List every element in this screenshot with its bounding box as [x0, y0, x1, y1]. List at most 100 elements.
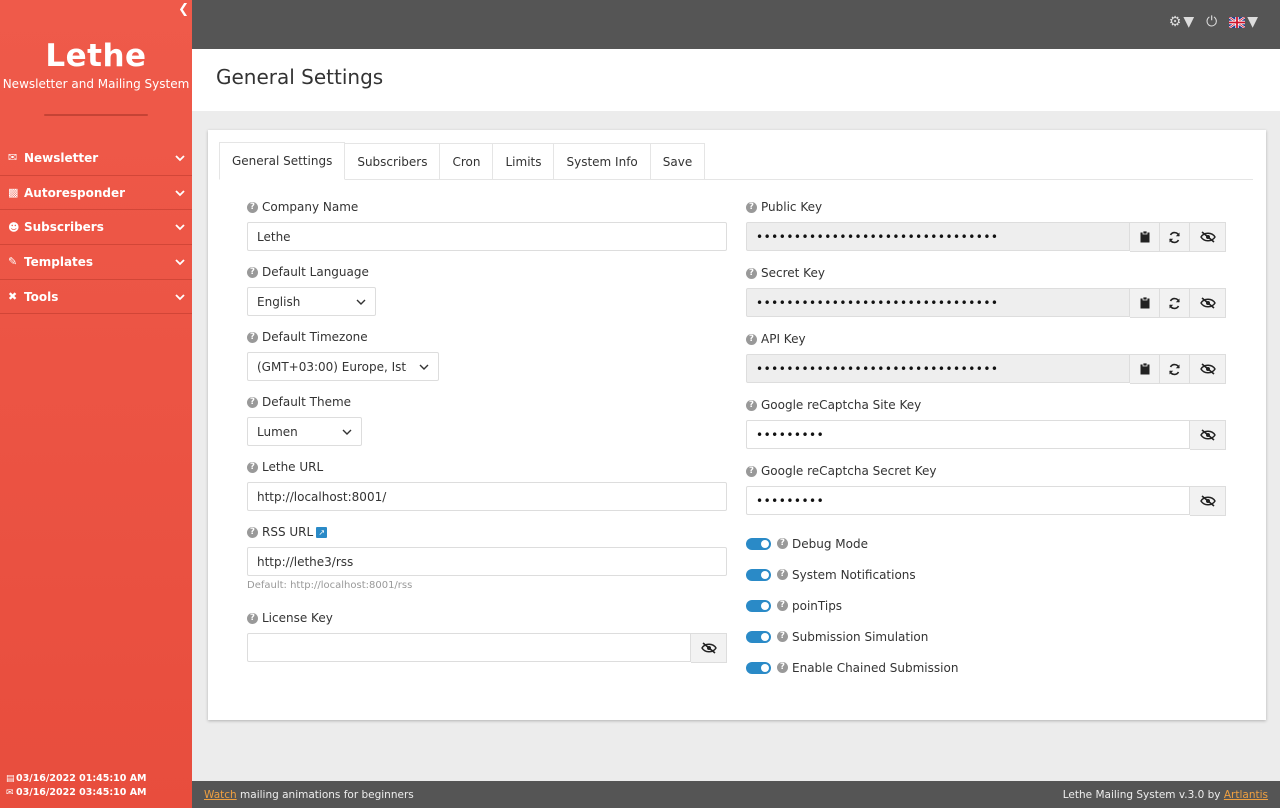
- copy-button[interactable]: [1130, 222, 1160, 252]
- rss-url-input[interactable]: http://lethe3/rss: [247, 547, 727, 576]
- regenerate-button[interactable]: [1160, 222, 1190, 252]
- copy-button[interactable]: [1130, 288, 1160, 318]
- tab-cron[interactable]: Cron: [439, 143, 494, 179]
- default-language-select[interactable]: English: [247, 287, 376, 316]
- eye-slash-icon: [1199, 231, 1216, 243]
- watch-link[interactable]: Watch: [204, 789, 237, 801]
- tab-limits[interactable]: Limits: [492, 143, 555, 179]
- default-timezone-select[interactable]: (GMT+03:00) Europe, Istanb: [247, 352, 439, 381]
- toggle-label: Debug Mode: [792, 536, 868, 551]
- language-dropdown[interactable]: ▼: [1229, 14, 1258, 30]
- public-key-input[interactable]: ••••••••••••••••••••••••••••••••: [746, 222, 1130, 251]
- help-icon[interactable]: ?: [247, 266, 258, 278]
- masked-value: ••••••••••••••••••••••••••••••••: [756, 295, 999, 310]
- recaptcha-site-key-input[interactable]: •••••••••: [746, 420, 1190, 449]
- label-text: Secret Key: [761, 266, 825, 280]
- help-icon[interactable]: ?: [247, 526, 258, 538]
- default-theme-label: ? Default Theme: [247, 395, 727, 409]
- default-theme-select[interactable]: Lumen: [247, 417, 362, 446]
- company-name-input[interactable]: Lethe: [247, 222, 727, 251]
- help-icon[interactable]: ?: [247, 612, 258, 624]
- tab-general-settings[interactable]: General Settings: [219, 142, 346, 180]
- help-icon[interactable]: ?: [746, 465, 757, 477]
- chevron-down-icon: [356, 299, 366, 305]
- lethe-url-label: ? Lethe URL: [247, 460, 727, 474]
- collapse-sidebar-icon[interactable]: ❮: [178, 2, 189, 17]
- sidebar-item-autoresponder[interactable]: ▩ Autoresponder: [0, 176, 192, 211]
- help-icon[interactable]: ?: [247, 396, 258, 408]
- robot-icon: ▩: [8, 186, 19, 200]
- help-icon[interactable]: ?: [777, 569, 788, 580]
- secret-key-input[interactable]: ••••••••••••••••••••••••••••••••: [746, 288, 1130, 317]
- users-icon: ☻: [8, 220, 20, 234]
- sidebar-item-tools[interactable]: ✖ Tools: [0, 280, 192, 315]
- help-icon[interactable]: ?: [746, 267, 757, 279]
- help-icon[interactable]: ?: [746, 399, 757, 411]
- masked-value: •••••••••: [756, 427, 825, 442]
- recaptcha-secret-key-input[interactable]: •••••••••: [746, 486, 1190, 515]
- sidebar-item-newsletter[interactable]: ✉ Newsletter: [0, 141, 192, 176]
- toggle-visibility-button[interactable]: [1190, 486, 1226, 516]
- sync-icon: [1169, 297, 1180, 309]
- chained-submission-switch[interactable]: [746, 661, 771, 674]
- default-timezone-field: ? Default Timezone (GMT+03:00) Europe, Is…: [247, 330, 727, 381]
- recaptcha-secret-key-field: ? Google reCaptcha Secret Key •••••••••: [746, 464, 1226, 516]
- help-icon[interactable]: ?: [247, 201, 258, 213]
- help-icon[interactable]: ?: [247, 461, 258, 473]
- help-icon[interactable]: ?: [746, 201, 757, 213]
- external-link-icon[interactable]: ↗: [316, 526, 328, 538]
- eye-slash-icon: [1199, 429, 1216, 441]
- eye-slash-icon: [1199, 297, 1216, 309]
- clipboard-icon: [1140, 363, 1149, 375]
- tab-system-info[interactable]: System Info: [553, 143, 651, 179]
- recaptcha-secret-key-label: ? Google reCaptcha Secret Key: [746, 464, 1226, 478]
- debug-mode-switch[interactable]: [746, 537, 771, 550]
- help-icon[interactable]: ?: [777, 662, 788, 673]
- toggle-visibility-button[interactable]: [1190, 222, 1226, 252]
- license-key-field: ? License Key: [247, 611, 727, 663]
- tab-subscribers[interactable]: Subscribers: [344, 143, 441, 179]
- clipboard-icon: [1140, 297, 1149, 309]
- power-icon[interactable]: ⏻: [1206, 14, 1217, 30]
- toggle-label: System Notifications: [792, 567, 916, 582]
- regenerate-button[interactable]: [1160, 288, 1190, 318]
- select-value: Lumen: [257, 424, 298, 439]
- sidebar-item-templates[interactable]: ✎ Templates: [0, 245, 192, 280]
- toggle-visibility-button[interactable]: [1190, 420, 1226, 450]
- help-icon[interactable]: ?: [777, 600, 788, 611]
- tab-save[interactable]: Save: [649, 143, 706, 179]
- chained-submission-row: ? Enable Chained Submission: [746, 652, 1226, 683]
- public-key-group: ••••••••••••••••••••••••••••••••: [746, 222, 1226, 252]
- help-icon[interactable]: ?: [777, 538, 788, 549]
- submission-simulation-switch[interactable]: [746, 630, 771, 643]
- server-date-row: ▤03/16/2022 01:45:10 AM: [6, 772, 147, 786]
- toggle-visibility-button[interactable]: [691, 633, 727, 663]
- pointips-switch[interactable]: [746, 599, 771, 612]
- sidebar-item-subscribers[interactable]: ☻ Subscribers: [0, 210, 192, 246]
- system-notifications-row: ? System Notifications: [746, 559, 1226, 590]
- api-key-input[interactable]: ••••••••••••••••••••••••••••••••: [746, 354, 1130, 383]
- recaptcha-secret-key-group: •••••••••: [746, 486, 1226, 516]
- author-link[interactable]: Artlantis: [1224, 789, 1268, 801]
- help-icon[interactable]: ?: [746, 333, 757, 345]
- help-icon[interactable]: ?: [247, 331, 258, 343]
- rss-url-field: ? RSS URL ↗ http://lethe3/rss Default: htt…: [247, 525, 727, 591]
- topbar: ⚙ ▼ ⏻ ▼: [192, 0, 1280, 49]
- license-key-input[interactable]: [247, 633, 691, 662]
- regenerate-button[interactable]: [1160, 354, 1190, 384]
- copy-button[interactable]: [1130, 354, 1160, 384]
- paint-roller-icon: ✎: [8, 255, 18, 269]
- masked-value: ••••••••••••••••••••••••••••••••: [756, 361, 999, 376]
- settings-dropdown[interactable]: ⚙ ▼: [1169, 14, 1194, 30]
- help-icon[interactable]: ?: [777, 631, 788, 642]
- system-notifications-switch[interactable]: [746, 568, 771, 581]
- lethe-url-input[interactable]: http://localhost:8001/: [247, 482, 727, 511]
- secret-key-label: ? Secret Key: [746, 266, 1226, 280]
- submission-simulation-row: ? Submission Simulation: [746, 621, 1226, 652]
- select-value: (GMT+03:00) Europe, Istanb: [257, 359, 407, 374]
- right-column: ? Public Key ••••••••••••••••••••••••••••…: [746, 200, 1226, 683]
- label-text: Company Name: [262, 200, 359, 214]
- toggle-visibility-button[interactable]: [1190, 354, 1226, 384]
- sidebar-item-label: Tools: [24, 289, 59, 304]
- toggle-visibility-button[interactable]: [1190, 288, 1226, 318]
